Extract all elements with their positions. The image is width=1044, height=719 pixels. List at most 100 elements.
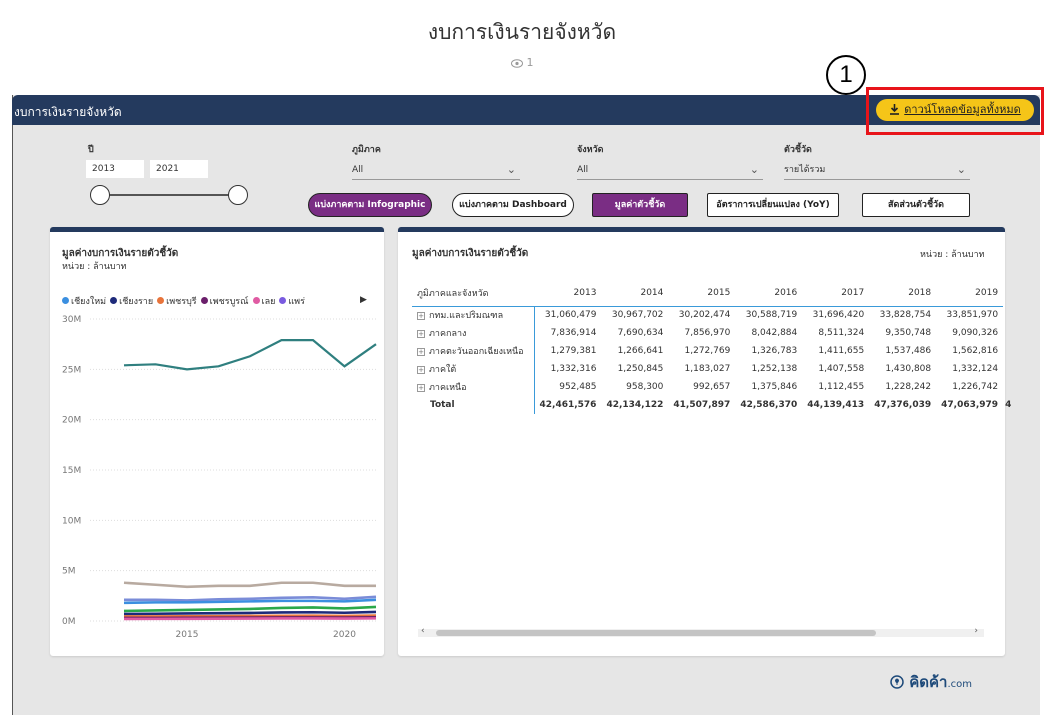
region-filter-label: ภูมิภาค [352, 145, 381, 155]
year-from-input[interactable]: 2013 [86, 160, 144, 178]
table-cell: 1,332,316 [533, 360, 602, 378]
x-tick-label: 2020 [333, 630, 356, 640]
table-row: + กทม.และปริมณฑล 31,060,479 30,967,702 30,20… [412, 306, 1011, 324]
scroll-left-icon[interactable]: ‹ [421, 626, 425, 636]
row-label-cell[interactable]: + ภาคตะวันออกเฉียงเหนือ [412, 342, 534, 360]
brand-logo: คิดค้า.com [890, 670, 972, 694]
indicator-value-button[interactable]: มูลค่าตัวชี้วัด [592, 193, 688, 217]
series-line[interactable] [123, 610, 377, 616]
table-cell: 33,851,970 [946, 310, 999, 321]
column-header[interactable]: 2017 [802, 280, 870, 307]
table-row: + ภาคกลาง 7,836,914 7,690,634 7,856,970 8,042… [412, 324, 1011, 342]
column-header[interactable]: 2015 [668, 280, 736, 307]
chevron-down-icon: ⌄ [956, 163, 966, 176]
table-cell: 30,967,702 [611, 310, 664, 321]
column-header[interactable]: 2016 [735, 280, 803, 307]
table-cell: 1,272,769 [684, 346, 731, 356]
column-header[interactable]: ภูมิภาคและจังหวัด [412, 280, 534, 307]
table-row: + ภาคใต้ 1,332,316 1,250,845 1,183,027 1,252,… [412, 360, 1011, 378]
legend-next-arrow-icon[interactable]: ▶ [360, 295, 367, 305]
y-tick-label: 30M [62, 315, 81, 325]
expand-icon[interactable]: + [417, 384, 425, 392]
province-dropdown[interactable]: All ⌄ [577, 160, 763, 180]
table-cell: 1,226,742 [952, 382, 999, 392]
series-line[interactable] [123, 339, 377, 371]
table-cell: 1,252,138 [751, 364, 798, 374]
table-cell: 1,228,242 [885, 382, 932, 392]
table-cell: 1,537,486 [885, 346, 932, 356]
column-header[interactable]: 2014 [601, 280, 669, 307]
table-cell: 1,411,655 [818, 346, 865, 356]
table-cell: 952,485 [533, 378, 602, 396]
table-row: + ภาคเหนือ 952,485 958,300 992,657 1,375,846 1… [412, 378, 1011, 396]
table-cell-overflow: 4 [1005, 400, 1012, 410]
series-line[interactable] [123, 581, 376, 589]
table-cell: 44,139,413 [807, 400, 865, 410]
legend-dot [279, 297, 287, 304]
column-header[interactable]: 2019 [936, 280, 1004, 307]
indicator-dropdown[interactable]: รายได้รวม ⌄ [784, 160, 970, 180]
table-cell: 7,836,914 [533, 324, 602, 342]
row-label: กทม.และปริมณฑล [429, 311, 504, 322]
legend-dot [252, 297, 260, 304]
row-label: ภาคใต้ [429, 365, 457, 375]
series-line[interactable] [124, 595, 377, 602]
y-tick-label: 10M [62, 516, 81, 526]
series-line[interactable] [123, 617, 377, 621]
view-count: 1 [0, 56, 1044, 69]
expand-icon[interactable]: + [417, 348, 425, 356]
yoy-change-button[interactable]: อัตราการเปลี่ยนแปลง (YoY) [707, 193, 839, 217]
y-tick-label: 5M [62, 567, 76, 577]
expand-icon[interactable]: + [417, 366, 425, 374]
expand-icon[interactable]: + [417, 312, 425, 321]
column-header[interactable]: 2013 [534, 280, 602, 307]
panel-title: งบการเงินรายจังหวัด [14, 105, 122, 119]
table-cell: 42,461,576 [533, 396, 602, 414]
legend-dot [110, 297, 118, 304]
province-dropdown-value: All [577, 165, 589, 175]
y-tick-label: 0M [62, 617, 76, 627]
year-filter-label: ปี [88, 145, 94, 155]
year-slider-end-handle[interactable] [228, 185, 248, 205]
page-title: งบการเงินรายจังหวัด [427, 20, 617, 44]
row-label: ภาคเหนือ [429, 383, 467, 393]
table-cell: 1,266,641 [617, 346, 664, 356]
table-cell: 1,375,846 [751, 382, 798, 392]
row-label-cell: Total [412, 396, 534, 414]
scrollbar-thumb[interactable] [436, 630, 876, 636]
series-line[interactable] [123, 605, 377, 613]
table-cell: 8,042,884 [751, 328, 798, 338]
data-table: ภูมิภาคและจังหวัด 2013 2014 2015 2016 20… [412, 280, 1011, 414]
legend-dot [62, 297, 69, 304]
y-tick-label: 15M [62, 466, 81, 476]
table-cell: 1,112,455 [818, 382, 865, 392]
table-cell: 1,430,808 [885, 364, 932, 374]
eye-icon [510, 59, 523, 68]
row-label-cell[interactable]: + ภาคกลาง [412, 324, 534, 342]
table-cell: 31,060,479 [533, 306, 602, 324]
column-header[interactable]: 2018 [869, 280, 937, 307]
x-tick-label: 2015 [176, 630, 199, 640]
row-label-cell[interactable]: + ภาคใต้ [412, 360, 534, 378]
row-label-cell[interactable]: + ภาคเหนือ [412, 378, 534, 396]
y-tick-label: 25M [62, 365, 81, 375]
region-dashboard-button[interactable]: แบ่งภาคตาม Dashboard [452, 193, 574, 217]
table-cell: 1,407,558 [818, 364, 865, 374]
province-filter-label: จังหวัด [577, 145, 604, 155]
year-slider-start-handle[interactable] [90, 185, 110, 205]
indicator-share-button[interactable]: สัดส่วนตัวชี้วัด [862, 193, 970, 217]
table-title: มูลค่างบการเงินรายตัวชี้วัด [412, 248, 529, 259]
scroll-right-icon[interactable]: › [974, 626, 978, 636]
brand-suffix: .com [947, 679, 973, 690]
table-cell: 8,511,324 [818, 328, 865, 338]
region-infographic-button[interactable]: แบ่งภาคตาม Infographic [308, 193, 432, 217]
expand-icon[interactable]: + [417, 330, 425, 338]
table-horizontal-scrollbar[interactable]: ‹ › [418, 626, 984, 637]
row-label-cell[interactable]: + กทม.และปริมณฑล [412, 306, 534, 324]
table-header-row: ภูมิภาคและจังหวัด 2013 2014 2015 2016 20… [412, 280, 1011, 307]
table-cell: 33,828,754 [879, 310, 932, 321]
table-cell: 30,588,719 [745, 310, 798, 321]
region-dropdown[interactable]: All ⌄ [352, 160, 520, 180]
year-to-input[interactable]: 2021 [150, 160, 208, 178]
table-cell: 30,202,474 [678, 310, 731, 321]
